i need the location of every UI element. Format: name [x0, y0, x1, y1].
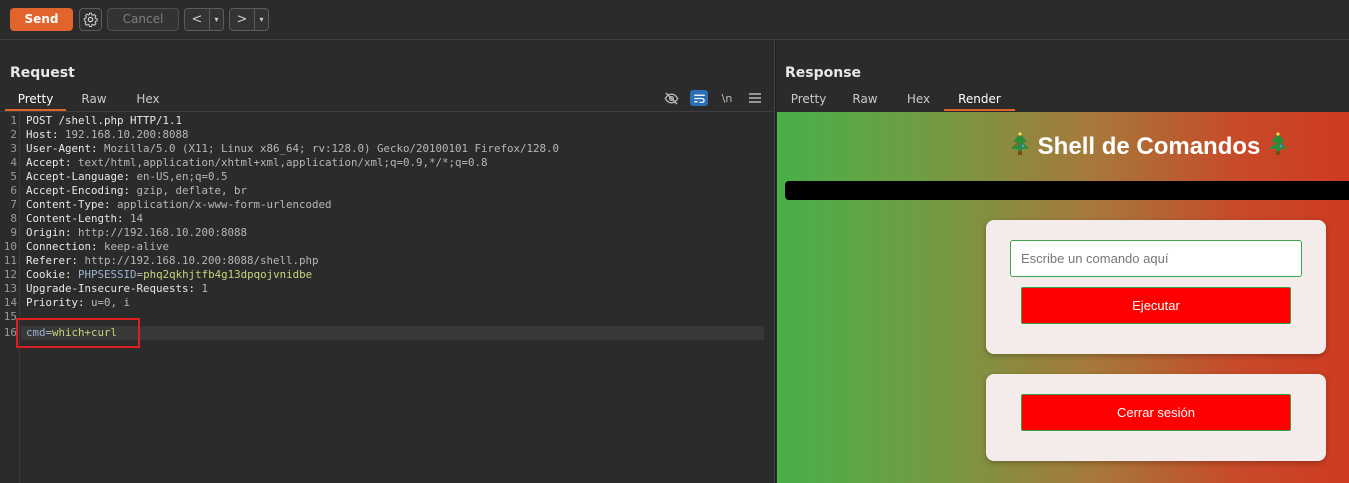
code-line: 5 Accept-Language: en-US,en;q=0.5	[10, 170, 228, 183]
command-input[interactable]: Escribe un comando aquí	[1010, 240, 1302, 277]
code-line: 14 Priority: u=0, i	[3, 296, 131, 309]
forward-dropdown-icon[interactable]: ▾	[254, 9, 268, 30]
tab-response-hex[interactable]: Hex	[893, 89, 944, 111]
logout-card: Cerrar sesión	[986, 374, 1326, 461]
code-line: 6 Accept-Encoding: gzip, deflate, br	[10, 184, 248, 197]
cookie-name: PHPSESSID	[78, 268, 137, 281]
history-forward-control[interactable]: > ▾	[229, 8, 269, 31]
tab-request-hex[interactable]: Hex	[122, 89, 174, 111]
code-line: 8 Content-Length: 14	[10, 212, 144, 225]
command-form-card: Escribe un comando aquí Ejecutar	[986, 220, 1326, 354]
request-editor[interactable]: 1 POST /shell.php HTTP/1.1 2 Host: 192.168…	[0, 112, 774, 483]
code-line: 4 Accept: text/html,application/xhtml+xml…	[10, 156, 488, 169]
rendered-response: Shell de Comandos Escribe un comando aqu…	[777, 112, 1349, 483]
code-line: 1 POST /shell.php HTTP/1.1	[10, 114, 183, 127]
output-bar	[785, 181, 1349, 200]
tab-response-pretty[interactable]: Pretty	[780, 89, 837, 111]
hide-eye-icon[interactable]	[662, 90, 680, 106]
execute-button[interactable]: Ejecutar	[1021, 287, 1291, 324]
code-line: 10 Connection: keep-alive	[3, 240, 170, 253]
code-line: 12 Cookie: PHPSESSID=phq2qkhjtfb4g13dpqoj…	[3, 268, 313, 281]
history-back-control[interactable]: < ▾	[184, 8, 224, 31]
request-tabs: Pretty Raw Hex	[5, 89, 174, 111]
code-line: 11 Referer: http://192.168.10.200:8088/sh…	[3, 254, 319, 267]
tab-request-raw[interactable]: Raw	[66, 89, 122, 111]
cancel-button[interactable]: Cancel	[107, 8, 179, 31]
tab-response-render[interactable]: Render	[944, 89, 1015, 111]
newline-toggle-icon[interactable]: \n	[718, 90, 736, 106]
code-line: 2 Host: 192.168.10.200:8088	[10, 128, 189, 141]
code-line: 9 Origin: http://192.168.10.200:8088	[10, 226, 248, 239]
tab-request-pretty[interactable]: Pretty	[5, 89, 66, 111]
christmas-tree-icon	[1269, 132, 1288, 155]
toolbar: Send Cancel < ▾ > ▾	[0, 0, 1349, 40]
render-heading-text: Shell de Comandos	[1037, 133, 1261, 160]
panel-splitter[interactable]	[774, 40, 776, 483]
gear-icon	[83, 12, 98, 27]
forward-arrow-icon[interactable]: >	[230, 9, 254, 30]
render-heading: Shell de Comandos	[1009, 132, 1289, 161]
word-wrap-icon[interactable]	[690, 90, 708, 106]
code-line: 7 Content-Type: application/x-www-form-ur…	[10, 198, 332, 211]
christmas-tree-icon	[1011, 132, 1029, 155]
code-line: 13 Upgrade-Insecure-Requests: 1	[3, 282, 209, 295]
back-arrow-icon[interactable]: <	[185, 9, 209, 30]
tab-response-raw[interactable]: Raw	[837, 89, 893, 111]
editor-options: \n	[662, 89, 774, 107]
back-dropdown-icon[interactable]: ▾	[209, 9, 223, 30]
menu-icon[interactable]	[746, 90, 764, 106]
request-title: Request	[10, 65, 75, 81]
response-tabs: Pretty Raw Hex Render	[780, 89, 1015, 111]
settings-button[interactable]	[79, 8, 102, 31]
response-title: Response	[785, 65, 862, 81]
code-line: 3 User-Agent: Mozilla/5.0 (X11; Linux x86…	[10, 142, 560, 155]
cookie-value: phq2qkhjtfb4g13dpqojvnidbe	[143, 268, 313, 281]
highlight-annotation-box	[16, 318, 140, 348]
send-button[interactable]: Send	[10, 8, 73, 31]
logout-button[interactable]: Cerrar sesión	[1021, 394, 1291, 431]
